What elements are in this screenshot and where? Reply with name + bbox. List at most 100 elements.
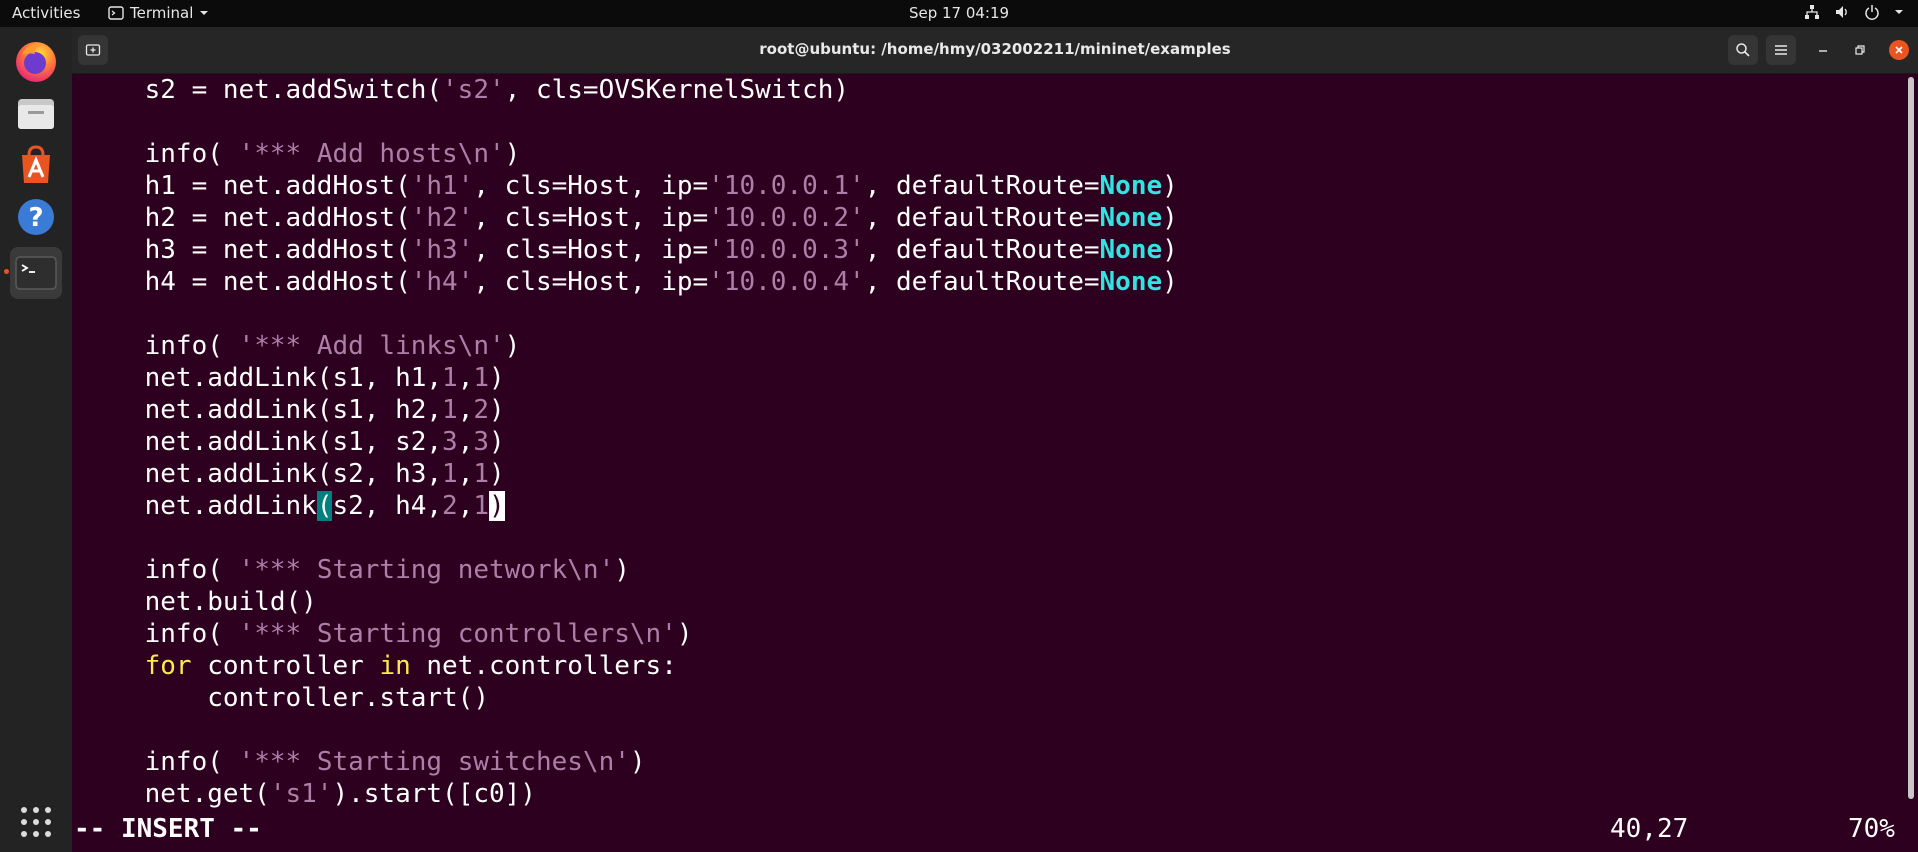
apps-grid-dot (21, 831, 27, 837)
code-token: s2, h4, (332, 491, 443, 521)
code-line[interactable]: controller.start() (82, 682, 489, 714)
code-token: h2 = net.addHost( (82, 203, 411, 233)
code-token: 3 (473, 427, 489, 457)
code-token: , defaultRoute= (864, 235, 1100, 265)
svg-text:?: ? (28, 203, 43, 233)
vim-editor[interactable]: s2 = net.addSwitch('s2', cls=OVSKernelSw… (72, 73, 1918, 852)
dock-help[interactable]: ? (10, 191, 62, 243)
code-token: None (1099, 203, 1163, 233)
code-token: , cls=Host, ip= (473, 171, 709, 201)
apps-grid-dot (45, 807, 51, 813)
code-token: h1 = net.addHost( (82, 171, 411, 201)
code-line[interactable]: s2 = net.addSwitch('s2', cls=OVSKernelSw… (82, 74, 849, 106)
code-line[interactable]: net.addLink(s1, h1,1,1) (82, 362, 505, 394)
code-line[interactable]: info( '*** Starting controllers\n') (82, 618, 693, 650)
close-icon (1889, 40, 1909, 60)
maximize-button[interactable] (1845, 35, 1875, 65)
top-bar: Activities Terminal Sep 17 04:19 (0, 0, 1918, 27)
code-line[interactable]: net.addLink(s1, h2,1,2) (82, 394, 505, 426)
code-token: , (457, 363, 474, 393)
code-token: , defaultRoute= (864, 203, 1100, 233)
code-line[interactable]: net.get('s1').start([c0]) (82, 778, 536, 810)
code-token: 2 (473, 395, 489, 425)
code-token: '*** Starting controllers\n' (238, 619, 677, 649)
code-token: net.get( (82, 779, 270, 809)
code-line[interactable]: info( '*** Add links\n') (82, 330, 521, 362)
code-token: h4 = net.addHost( (82, 267, 411, 297)
code-token: '10.0.0.3' (708, 235, 865, 265)
code-token: , (457, 395, 474, 425)
code-token: , (457, 459, 474, 489)
dock-firefox[interactable] (10, 35, 62, 87)
dock-terminal[interactable] (4, 247, 62, 299)
code-token: '*** Starting network\n' (238, 555, 615, 585)
minimize-button[interactable] (1808, 35, 1838, 65)
code-line[interactable]: net.addLink(s2, h4,2,1) (82, 490, 505, 522)
apps-grid-dot (33, 819, 39, 825)
close-button[interactable] (1884, 35, 1914, 65)
code-line[interactable]: h1 = net.addHost('h1', cls=Host, ip='10.… (82, 170, 1178, 202)
code-token: '10.0.0.4' (708, 267, 865, 297)
code-line[interactable]: h4 = net.addHost('h4', cls=Host, ip='10.… (82, 266, 1178, 298)
network-icon[interactable] (1804, 4, 1820, 20)
power-icon[interactable] (1864, 4, 1880, 20)
vim-mode-indicator: -- INSERT -- (74, 814, 262, 844)
code-token: 1 (442, 363, 458, 393)
code-token: ) (676, 619, 693, 649)
scrollbar[interactable] (1908, 77, 1914, 799)
apps-grid-dot (21, 819, 27, 825)
hamburger-menu-icon (1775, 45, 1787, 55)
code-token: None (1099, 267, 1163, 297)
menu-button[interactable] (1766, 35, 1796, 65)
code-token: ) (489, 459, 505, 489)
code-line[interactable]: net.addLink(s2, h3,1,1) (82, 458, 505, 490)
code-line[interactable]: net.addLink(s1, s2,3,3) (82, 426, 505, 458)
code-token: , (457, 427, 474, 457)
code-token: 's2' (442, 75, 505, 105)
code-token: ).start([c0]) (332, 779, 536, 809)
code-token: info( (82, 747, 239, 777)
code-token: ) (1162, 203, 1178, 233)
dock-files[interactable] (10, 87, 62, 139)
code-token: net.controllers: (410, 651, 677, 681)
code-token: ) (489, 363, 505, 393)
code-token: s2 = net.addSwitch( (82, 75, 443, 105)
code-token: 2 (442, 491, 458, 521)
code-line[interactable]: h3 = net.addHost('h3', cls=Host, ip='10.… (82, 234, 1178, 266)
code-token: , defaultRoute= (864, 267, 1100, 297)
code-line[interactable]: h2 = net.addHost('h2', cls=Host, ip='10.… (82, 202, 1178, 234)
code-token: ) (489, 395, 505, 425)
running-indicator (4, 269, 9, 274)
code-line[interactable]: info( '*** Starting switches\n') (82, 746, 646, 778)
code-token: info( (82, 555, 239, 585)
files-icon (18, 99, 54, 129)
volume-icon[interactable] (1834, 4, 1850, 20)
code-token: '10.0.0.1' (708, 171, 865, 201)
window-title: root@ubuntu: /home/hmy/032002211/mininet… (759, 40, 1231, 58)
code-line[interactable]: for controller in net.controllers: (82, 650, 677, 682)
terminal-header-bar[interactable]: root@ubuntu: /home/hmy/032002211/mininet… (72, 27, 1918, 74)
code-token: info( (82, 331, 239, 361)
dock: ? (0, 27, 72, 852)
clock[interactable]: Sep 17 04:19 (0, 4, 1918, 22)
system-tray[interactable] (1804, 4, 1904, 20)
code-line[interactable]: info( '*** Starting network\n') (82, 554, 630, 586)
code-token: ) (489, 427, 505, 457)
apps-grid-dot (33, 831, 39, 837)
apps-grid-dot (45, 819, 51, 825)
code-token: ) (504, 331, 521, 361)
code-line[interactable]: net.build() (82, 586, 317, 618)
apps-grid-dot (45, 831, 51, 837)
software-icon (22, 145, 50, 183)
dock-software[interactable] (10, 139, 62, 191)
code-token: info( (82, 619, 239, 649)
apps-grid-icon[interactable] (18, 804, 54, 840)
code-line[interactable]: info( '*** Add hosts\n') (82, 138, 521, 170)
code-token: , defaultRoute= (864, 171, 1100, 201)
search-button[interactable] (1728, 35, 1758, 65)
code-token: '*** Add hosts\n' (238, 139, 505, 169)
text-cursor: ) (489, 491, 505, 521)
code-token: 1 (442, 459, 458, 489)
code-token: net.addLink(s1, s2, (82, 427, 443, 457)
